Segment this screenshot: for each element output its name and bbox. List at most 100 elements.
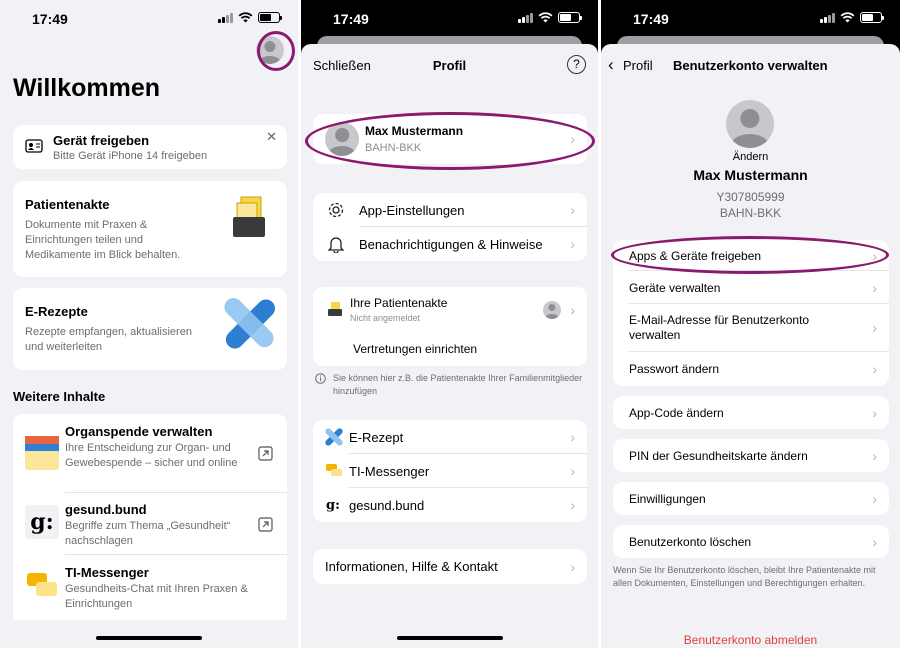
list-item-gesund-bund[interactable]: g: gesund.bund Begriffe zum Thema „Gesun… (13, 493, 287, 555)
pill-icon (224, 298, 275, 349)
nav-bar: ‹ Profil Benutzerkonto verwalten (601, 44, 900, 88)
list-item-organspende[interactable]: Organspende verwalten Ihre Entscheidung … (13, 414, 287, 493)
share-device-card[interactable]: Gerät freigeben Bitte Gerät iPhone 14 fr… (13, 125, 287, 169)
change-password-row[interactable]: Passwort ändern › (613, 352, 889, 386)
app-code-row[interactable]: App-Code ändern › (613, 396, 889, 429)
close-icon[interactable]: ✕ (266, 129, 277, 145)
profile-sheet: Schließen Profil ? Max Mustermann BAHN-B… (301, 44, 598, 648)
gesund-bund-label: gesund.bund (349, 497, 425, 513)
erezept-label: E-Rezept (349, 429, 404, 445)
chevron-right-icon: › (872, 361, 877, 377)
share-card-title: Gerät freigeben (53, 133, 150, 148)
avatar[interactable] (726, 100, 774, 148)
chevron-right-icon: › (872, 404, 877, 421)
status-time: 17:49 (333, 11, 369, 27)
messenger-icon (326, 464, 342, 476)
chevron-right-icon: › (570, 497, 575, 513)
gesund-bund-logo-icon: g: (25, 505, 59, 539)
status-bar: 17:49 (601, 0, 900, 38)
delete-note: Wenn Sie Ihr Benutzerkonto löschen, blei… (613, 565, 876, 588)
highlight-circle (305, 112, 595, 170)
organspende-subtitle: Ihre Entscheidung zur Organ- und Gewebes… (65, 442, 238, 469)
chevron-right-icon: › (570, 463, 575, 479)
organ-donation-card-icon (25, 436, 59, 470)
wifi-icon (840, 12, 855, 23)
notifications-row[interactable]: Benachrichtigungen & Hinweise › (313, 227, 587, 261)
page-title: Benutzerkonto verwalten (673, 58, 828, 73)
chevron-right-icon: › (872, 447, 877, 464)
insurance-number: Y307805999 (716, 190, 785, 204)
info-icon (315, 373, 326, 384)
back-button[interactable]: Profil (623, 58, 653, 73)
manage-devices-label: Geräte verwalten (629, 280, 721, 295)
account-sheet: ‹ Profil Benutzerkonto verwalten Ändern … (601, 44, 900, 648)
erezept-row[interactable]: E-Rezept › (313, 420, 587, 454)
highlight-circle (257, 31, 295, 71)
home-indicator[interactable] (96, 636, 202, 640)
patient-record-card[interactable]: Patientenakte Dokumente mit Praxen & Ein… (13, 181, 287, 277)
chevron-right-icon: › (570, 302, 575, 318)
status-icons (218, 12, 282, 23)
more-content-list: Organspende verwalten Ihre Entscheidung … (13, 414, 287, 620)
gesund-bund-title: gesund.bund (65, 502, 147, 517)
consents-label: Einwilligungen (629, 491, 706, 506)
avatar (543, 301, 561, 319)
info-row[interactable]: Informationen, Hilfe & Kontakt › (313, 549, 587, 584)
share-card-subtitle: Bitte Gerät iPhone 14 freigeben (53, 150, 208, 162)
signal-icon (218, 12, 233, 23)
consents-row[interactable]: Einwilligungen › (613, 482, 889, 515)
app-settings-label: App-Einstellungen (359, 202, 465, 218)
screens-collage: 17:49 Willkommen Gerät freigeben Bitte G… (0, 0, 900, 648)
app-settings-row[interactable]: App-Einstellungen › (313, 193, 587, 227)
erezept-card-title: E-Rezepte (25, 304, 88, 319)
help-icon[interactable]: ? (567, 55, 586, 74)
chevron-left-icon[interactable]: ‹ (608, 55, 614, 75)
profile-screen: 17:49 Schließen Profil ? Max Mustermann … (301, 0, 598, 648)
chat-bubbles-icon (27, 573, 57, 596)
change-password-label: Passwort ändern (629, 362, 720, 376)
status-time: 17:49 (633, 11, 669, 27)
more-content-heading: Weitere Inhalte (13, 389, 106, 404)
pin-label: PIN der Gesundheitskarte ändern (629, 448, 808, 463)
status-time: 17:49 (32, 11, 68, 27)
representatives-link[interactable]: Vertretungen einrichten (353, 342, 477, 356)
account-screen: 17:49 ‹ Profil Benutzerkonto verwalten Ä… (601, 0, 900, 648)
battery-icon (258, 12, 282, 23)
ti-messenger-subtitle: Gesundheits-Chat mit Ihren Praxen & Einr… (65, 583, 248, 610)
chevron-right-icon: › (872, 319, 877, 336)
pin-row[interactable]: PIN der Gesundheitskarte ändern › (613, 439, 889, 472)
account-insurer: BAHN-BKK (719, 206, 782, 220)
delete-account-row[interactable]: Benutzerkonto löschen › (613, 525, 889, 558)
patient-record-row[interactable]: Ihre Patientenakte Nicht angemeldet › (313, 287, 587, 333)
list-item-ti-messenger[interactable]: TI-Messenger Gesundheits-Chat mit Ihren … (13, 555, 287, 620)
settings-group: App-Einstellungen › Benachrichtigungen &… (313, 193, 587, 261)
page-title: Profil (432, 58, 467, 73)
erezept-icon (325, 428, 343, 446)
home-screen: 17:49 Willkommen Gerät freigeben Bitte G… (0, 0, 298, 648)
record-card-subtitle: Dokumente mit Praxen & Einrichtungen tei… (25, 219, 181, 261)
status-bar: 17:49 (301, 0, 598, 38)
email-row[interactable]: E-Mail-Adresse für Benutzerkonto verwalt… (613, 304, 889, 352)
home-indicator[interactable] (396, 636, 503, 640)
bell-icon (328, 237, 344, 253)
id-card-icon (25, 139, 43, 153)
gear-icon (328, 202, 344, 218)
app-code-label: App-Code ändern (629, 405, 724, 420)
apps-group: E-Rezept › TI-Messenger › g: gesund.bund… (313, 420, 587, 522)
page-title: Willkommen (13, 74, 161, 102)
record-subtitle: Nicht angemeldet (350, 313, 421, 323)
ti-messenger-row[interactable]: TI-Messenger › (313, 454, 587, 488)
erezept-card[interactable]: E-Rezepte Rezepte empfangen, aktualisier… (13, 288, 287, 370)
record-info-note: Sie können hier z.B. die Patientenakte I… (333, 373, 583, 396)
wifi-icon (238, 12, 253, 23)
logout-button[interactable]: Benutzerkonto abmelden (601, 633, 900, 647)
delete-account-label: Benutzerkonto löschen (629, 534, 752, 549)
record-card-title: Patientenakte (25, 197, 110, 212)
highlight-circle (611, 236, 889, 274)
chevron-right-icon: › (872, 533, 877, 550)
gesund-bund-row[interactable]: g: gesund.bund › (313, 488, 587, 522)
change-avatar-link[interactable]: Ändern (601, 151, 900, 163)
external-link-icon (258, 517, 273, 532)
manage-devices-row[interactable]: Geräte verwalten › (613, 271, 889, 304)
nav-bar: Schließen Profil ? (301, 44, 598, 88)
